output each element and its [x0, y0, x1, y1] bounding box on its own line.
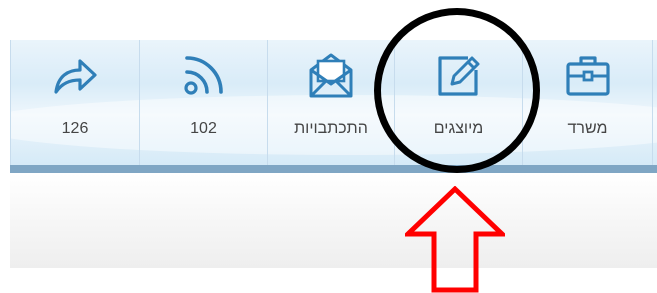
- share-count-button[interactable]: 126: [10, 40, 140, 165]
- share-forward-icon: [54, 59, 97, 94]
- office-button[interactable]: משרד: [523, 40, 653, 165]
- rss-count-label: 102: [190, 120, 217, 137]
- ribbon-toolbar: 126 102 התכתבויות מיוצגים משרד: [10, 40, 657, 165]
- highlight-circle-annotation: [374, 8, 540, 173]
- toolbar-bottom-bar: [10, 165, 657, 173]
- up-arrow-annotation: [405, 186, 505, 293]
- open-envelope-icon: [309, 53, 353, 98]
- rss-count-button[interactable]: 102: [140, 40, 268, 165]
- office-label: משרד: [567, 120, 608, 137]
- share-count-label: 126: [61, 120, 89, 137]
- correspondence-label: התכתבויות: [294, 120, 368, 137]
- content-panel: [10, 173, 657, 268]
- rss-feed-icon: [183, 56, 223, 95]
- briefcase-icon: [565, 56, 610, 96]
